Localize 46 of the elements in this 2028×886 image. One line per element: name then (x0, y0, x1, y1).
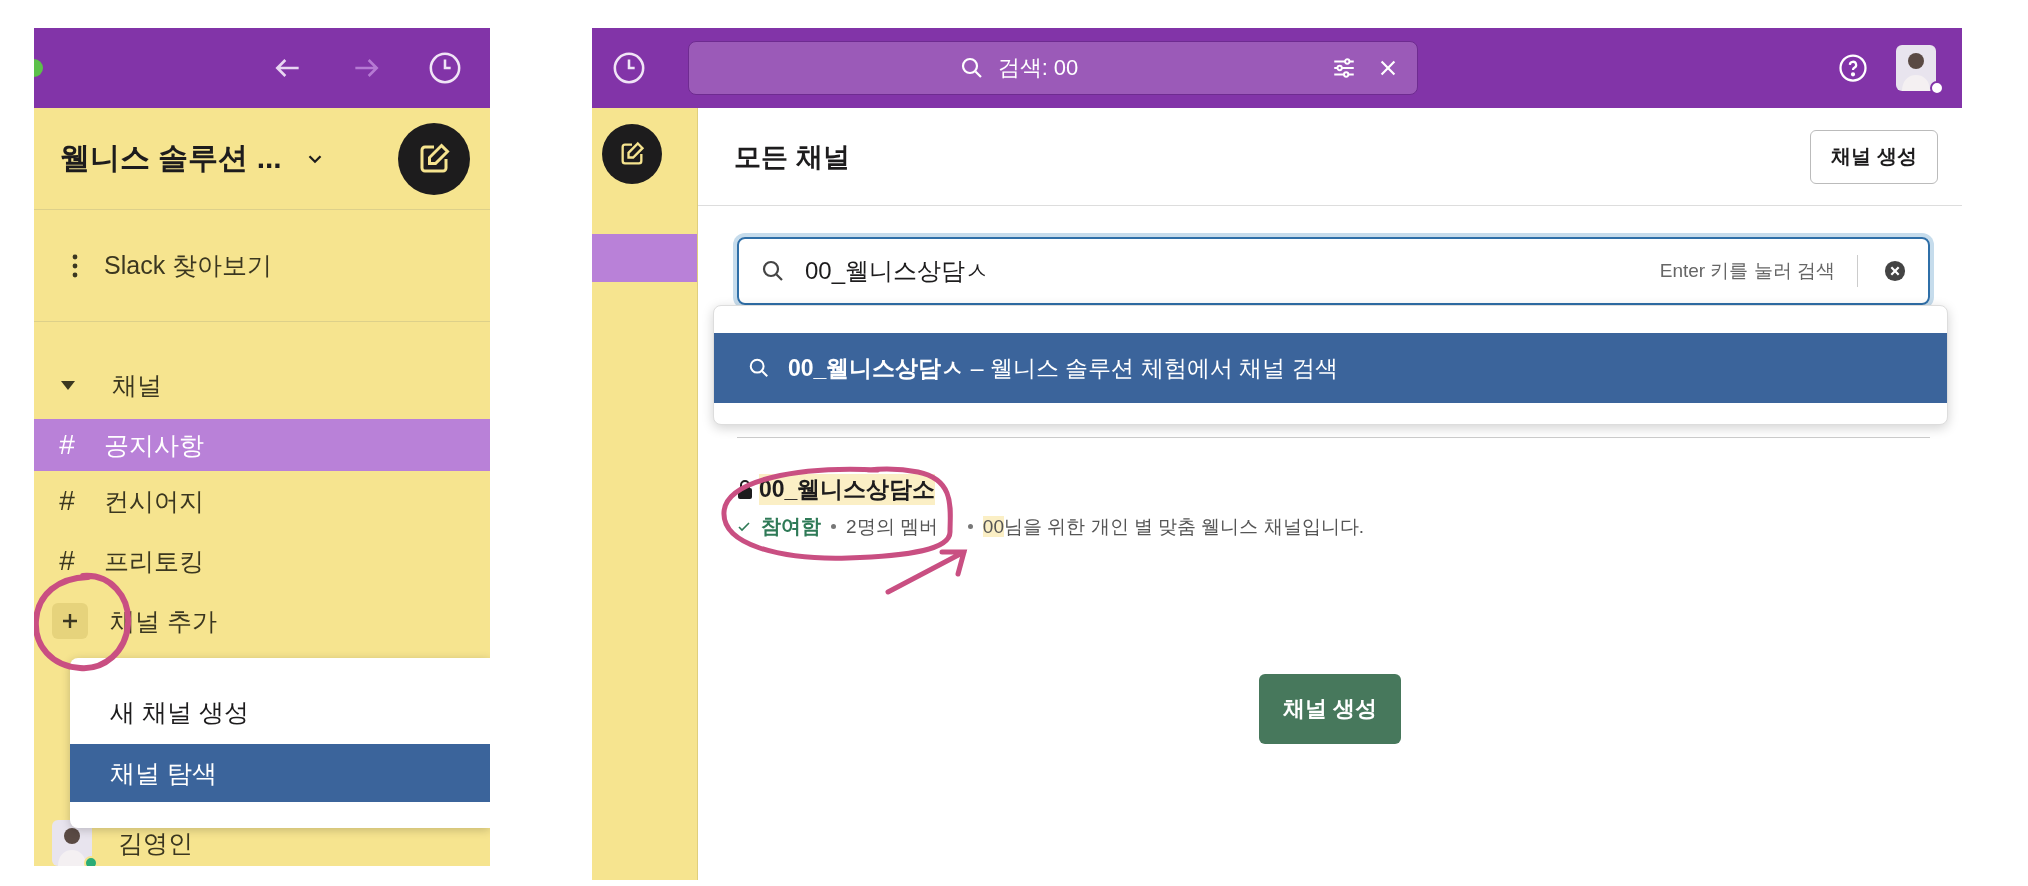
channel-description: 00님을 위한 개인 별 맞춤 웰니스 채널입니다. (982, 514, 1364, 539)
suggestion-item[interactable]: 00_웰니스상담ㅅ – 웰니스 솔루션 체험에서 채널 검색 (714, 333, 1947, 403)
presence-dot (1930, 81, 1944, 95)
search-icon (761, 259, 785, 283)
page-title: 모든 채널 (734, 140, 850, 174)
joined-status: 참여함 (761, 514, 821, 539)
compose-button[interactable] (602, 124, 662, 184)
search-query: 검색: 00 (997, 54, 1079, 82)
channel-name: 프리토킹 (104, 545, 204, 577)
search-bar[interactable]: 검색: 00 (688, 41, 1418, 95)
search-input[interactable]: 00_웰니스상담ㅅ (803, 256, 1642, 286)
search-icon (748, 357, 770, 379)
filter-sliders-icon[interactable] (1331, 55, 1357, 81)
create-channel-button[interactable]: 채널 생성 (1810, 129, 1938, 184)
separator-dot-icon (967, 524, 973, 529)
history-icon[interactable] (612, 51, 646, 85)
channel-name: 컨시어지 (104, 485, 204, 517)
member-name[interactable]: 김영인 (118, 826, 193, 860)
channel-name: 공지사항 (104, 429, 204, 461)
more-vertical-icon (72, 253, 78, 278)
add-channel-button[interactable] (52, 603, 88, 639)
create-channel-button[interactable]: 채널 생성 (1258, 674, 1402, 744)
member-count: 2명의 멤버 (846, 514, 938, 539)
window-button-icon[interactable] (34, 59, 43, 77)
hash-icon: # (52, 429, 82, 461)
channel-name[interactable]: 00_웰니스상담소 (759, 474, 936, 505)
history-icon[interactable] (428, 51, 462, 85)
channels-section-header[interactable]: 채널 (34, 355, 490, 415)
clear-icon[interactable] (1884, 260, 1906, 282)
plus-icon (61, 612, 79, 630)
browse-slack-link[interactable]: Slack 찾아보기 (104, 249, 273, 282)
channel-item[interactable]: # 컨시어지 (34, 471, 490, 531)
hash-icon: # (52, 545, 82, 577)
suggestion-text: 00_웰니스상담ㅅ – 웰니스 솔루션 체험에서 채널 검색 (788, 353, 1338, 383)
search-hint: Enter 키를 눌러 검색 (1659, 255, 1858, 287)
search-icon (959, 56, 984, 80)
avatar (52, 820, 92, 866)
workspace-name[interactable]: 웰니스 솔루션 ... (60, 138, 282, 179)
help-icon[interactable] (1838, 53, 1868, 83)
avatar (1896, 45, 1936, 91)
menu-item[interactable]: 채널 탐색 (70, 744, 490, 802)
menu-item[interactable]: 새 채널 생성 (70, 684, 490, 740)
channel-item[interactable]: # 프리토킹 (34, 531, 490, 591)
hash-icon: # (52, 485, 82, 517)
caret-icon (60, 379, 76, 391)
separator-dot-icon (831, 524, 836, 529)
